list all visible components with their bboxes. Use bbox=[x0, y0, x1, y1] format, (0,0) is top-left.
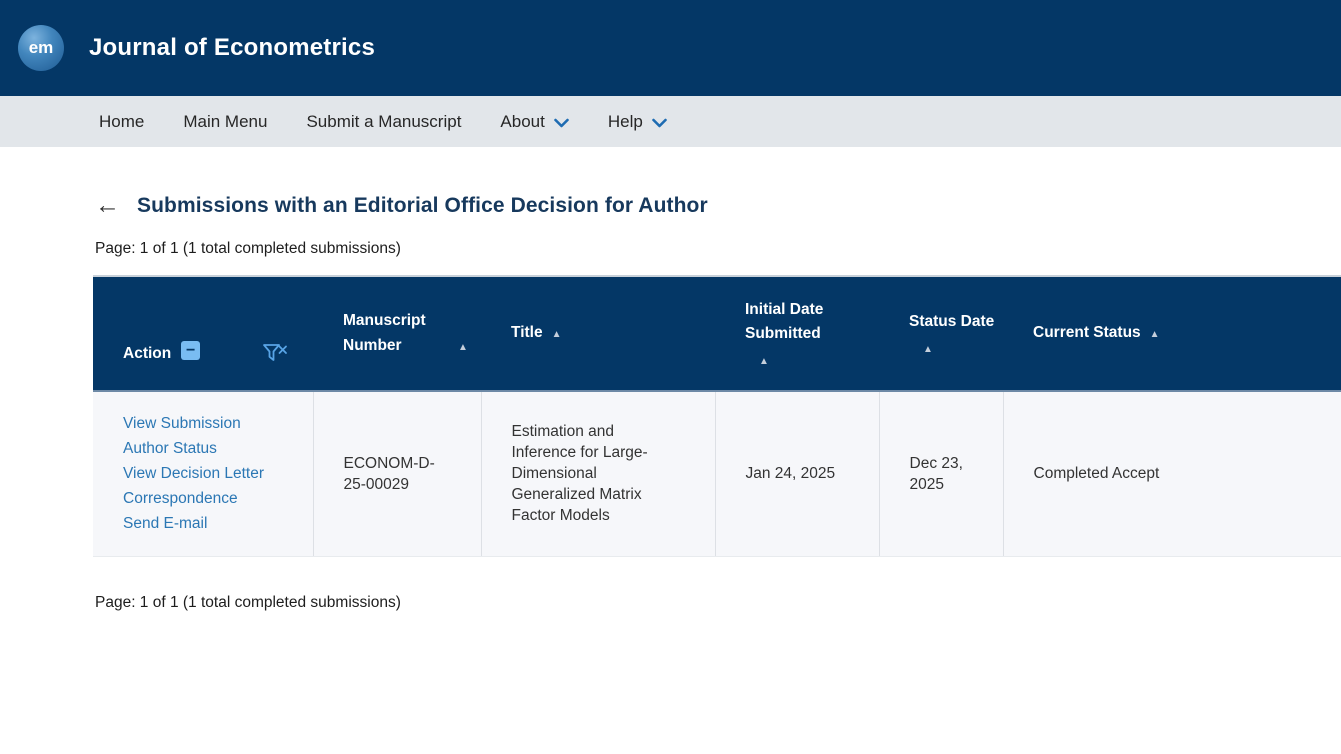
link-author-status[interactable]: Author Status bbox=[123, 436, 297, 461]
nav-item-main-menu[interactable]: Main Menu bbox=[183, 112, 267, 132]
page-title: Submissions with an Editorial Office Dec… bbox=[137, 193, 708, 217]
column-label-manuscript-number: Manuscript Number bbox=[343, 312, 426, 354]
top-banner: em Journal of Econometrics bbox=[0, 0, 1341, 96]
cell-manuscript-number: ECONOM-D-25-00029 bbox=[313, 391, 482, 557]
pagination-info-top: Page: 1 of 1 (1 total completed submissi… bbox=[95, 240, 401, 257]
sort-asc-icon[interactable]: ▲ bbox=[759, 354, 879, 370]
nav-item-help[interactable]: Help bbox=[608, 112, 667, 132]
table-header-row: Action − Manuscript Number ▲ Title ▲ Ini… bbox=[93, 275, 1341, 392]
nav-item-home[interactable]: Home bbox=[99, 112, 144, 132]
submissions-table-wrap: Action − Manuscript Number ▲ Title ▲ Ini… bbox=[93, 275, 1341, 557]
nav-item-submit-manuscript[interactable]: Submit a Manuscript bbox=[306, 112, 461, 132]
column-label-status-date: Status Date bbox=[909, 312, 995, 330]
table-row: View Submission Author Status View Decis… bbox=[93, 391, 1341, 557]
column-header-current-status[interactable]: Current Status ▲ bbox=[1003, 275, 1341, 392]
chevron-down-icon bbox=[554, 118, 569, 128]
column-label-current-status: Current Status bbox=[1033, 324, 1141, 342]
cell-current-status: Completed Accept bbox=[1003, 391, 1341, 557]
cell-title: Estimation and Inference for Large-Dimen… bbox=[481, 391, 716, 557]
column-header-status-date[interactable]: Status Date ▲ bbox=[879, 275, 1003, 392]
column-header-title[interactable]: Title ▲ bbox=[481, 275, 715, 392]
column-label-action: Action bbox=[123, 344, 172, 362]
sort-asc-icon[interactable]: ▲ bbox=[458, 340, 468, 356]
cell-initial-date-submitted: Jan 24, 2025 bbox=[715, 391, 880, 557]
pagination-info-bottom: Page: 1 of 1 (1 total completed submissi… bbox=[95, 593, 401, 611]
cell-status-date: Dec 23, 2025 bbox=[879, 391, 1004, 557]
collapse-actions-icon[interactable]: − bbox=[181, 341, 201, 361]
main-navbar: Home Main Menu Submit a Manuscript About… bbox=[0, 96, 1341, 147]
back-arrow-icon[interactable]: ← bbox=[95, 193, 120, 218]
link-view-decision-letter[interactable]: View Decision Letter bbox=[123, 461, 297, 486]
column-label-title: Title bbox=[511, 324, 543, 342]
nav-item-about[interactable]: About bbox=[500, 112, 569, 132]
column-header-action: Action − bbox=[93, 275, 313, 392]
link-correspondence[interactable]: Correspondence bbox=[123, 486, 297, 511]
link-send-email[interactable]: Send E-mail bbox=[123, 511, 297, 536]
clear-filter-icon[interactable] bbox=[262, 342, 289, 366]
page-heading: ← Submissions with an Editorial Office D… bbox=[95, 193, 1341, 218]
sort-asc-icon[interactable]: ▲ bbox=[923, 342, 1003, 358]
journal-title: Journal of Econometrics bbox=[89, 34, 375, 61]
column-header-manuscript-number[interactable]: Manuscript Number ▲ bbox=[313, 275, 481, 392]
em-logo: em bbox=[18, 25, 64, 71]
em-logo-text: em bbox=[28, 38, 54, 57]
column-header-initial-date-submitted[interactable]: Initial Date Submitted ▲ bbox=[715, 275, 879, 392]
cell-actions: View Submission Author Status View Decis… bbox=[93, 391, 314, 557]
link-view-submission[interactable]: View Submission bbox=[123, 411, 297, 436]
sort-asc-icon[interactable]: ▲ bbox=[1150, 327, 1160, 343]
sort-asc-icon[interactable]: ▲ bbox=[552, 327, 562, 343]
column-label-initial-date-submitted: Initial Date Submitted bbox=[745, 300, 824, 342]
chevron-down-icon bbox=[652, 118, 667, 128]
submissions-table: Action − Manuscript Number ▲ Title ▲ Ini… bbox=[93, 275, 1341, 557]
